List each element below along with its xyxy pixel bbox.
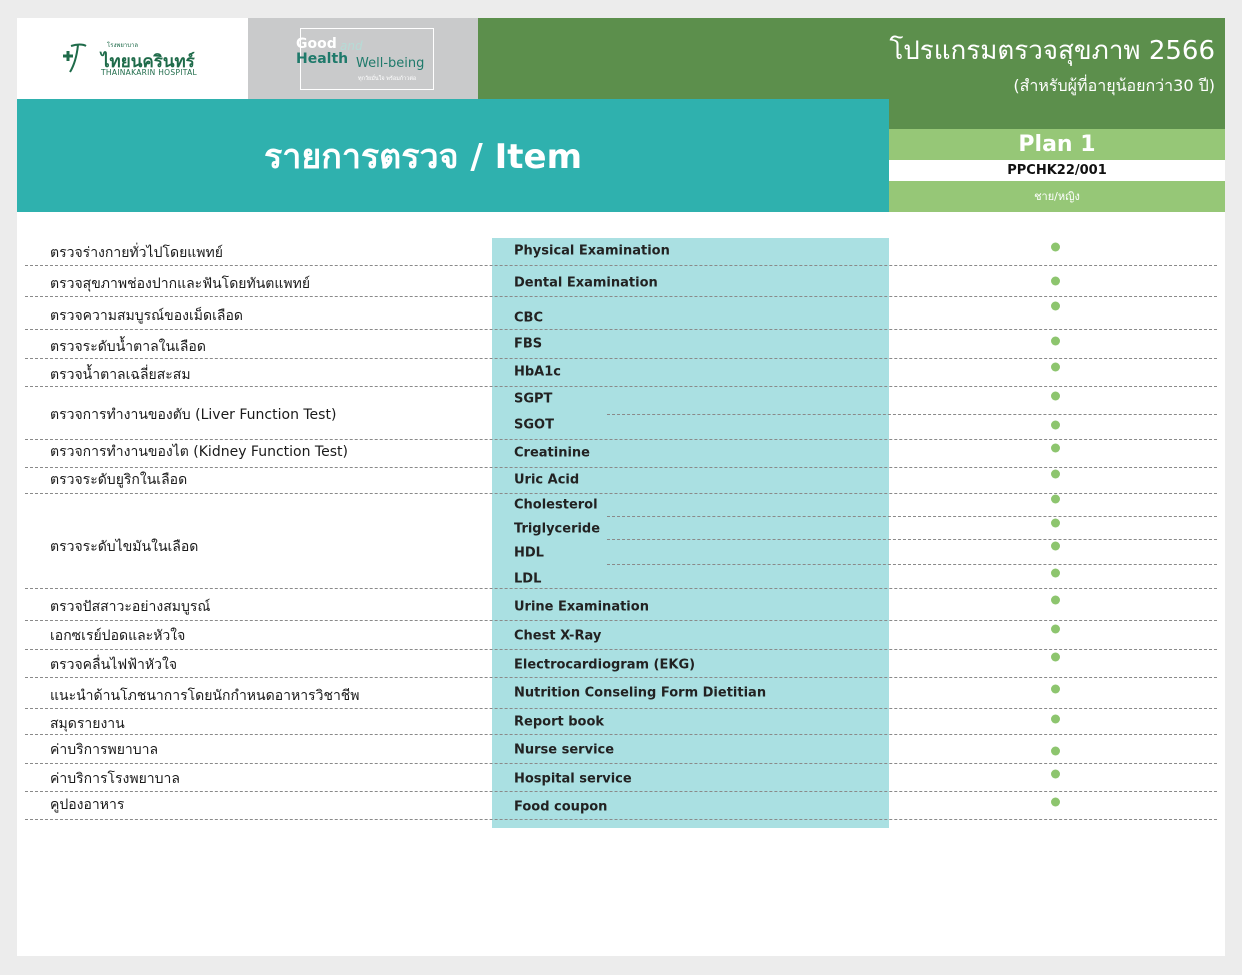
included-dot-icon [1051,362,1060,372]
included-dot-icon [1051,568,1060,578]
test-name-label: Nutrition Conseling Form Dietitian [514,685,767,701]
test-name-label: Cholesterol [514,497,598,513]
row-divider [25,620,1217,621]
included-dot-icon [1051,276,1060,286]
row-divider [25,386,1217,387]
row-divider [607,516,1217,517]
program-subtitle: (สำหรับผู้ที่อายุน้อยกว่า30 ปี) [1013,76,1215,95]
test-name-label: Food coupon [514,799,608,815]
included-dot-icon [1051,242,1060,252]
row-divider [25,467,1217,468]
thai-item-label: ตรวจคลื่นไฟฟ้าหัวใจ [50,657,178,673]
included-dot-icon [1051,443,1060,453]
row-divider [25,763,1217,764]
plan-gender: ชาย/หญิง [889,181,1225,212]
test-name-label: Nurse service [514,742,615,758]
test-name-label: SGOT [514,417,554,433]
thai-item-label: สมุดรายงาน [50,716,125,732]
row-divider [25,819,1217,820]
row-divider [607,414,1217,415]
hospital-cross-icon [63,43,87,73]
thai-item-label: ตรวจสุขภาพช่องปากและฟันโดยทันตแพทย์ [50,276,311,292]
thai-item-label: ตรวจระดับยูริกในเลือด [50,472,188,488]
test-name-label: Report book [514,714,605,730]
row-divider [25,329,1217,330]
thai-item-label: ค่าบริการพยาบาล [50,742,159,758]
campaign-logo: Good and Health Well-being ทุกวัยมั่นใจ … [248,18,478,99]
row-divider [25,734,1217,735]
thai-item-label: ตรวจการทำงานของตับ (Liver Function Test) [50,407,337,423]
included-dot-icon [1051,624,1060,634]
row-divider [25,493,1217,494]
test-name-label: Electrocardiogram (EKG) [514,657,696,673]
test-name-label: HbA1c [514,364,561,380]
thai-item-label: ตรวจระดับไขมันในเลือด [50,539,199,555]
campaign-wellbeing: Well-being [356,56,425,71]
health-package-card: โรงพยาบาล ไทยนครินทร์ THAINAKARIN HOSPIT… [17,18,1225,956]
thai-item-label: แนะนำด้านโภชนาการโดยนักกำหนดอาหารวิชาชีพ [50,688,360,704]
test-name-label: SGPT [514,391,553,407]
thai-item-label: ตรวจร่างกายทั่วไปโดยแพทย์ [50,245,223,261]
thai-item-label: ตรวจปัสสาวะอย่างสมบูรณ์ [50,599,211,615]
included-dot-icon [1051,769,1060,779]
thai-item-label: ตรวจน้ำตาลเฉลี่ยสะสม [50,367,191,383]
test-name-label: Dental Examination [514,275,658,291]
thai-item-label: คูปองอาหาร [50,797,125,813]
included-dot-icon [1051,652,1060,662]
test-name-label: Creatinine [514,445,590,461]
row-divider [25,649,1217,650]
campaign-good: Good [296,36,337,52]
test-name-label: Triglyceride [514,521,601,537]
hospital-logo: โรงพยาบาล ไทยนครินทร์ THAINAKARIN HOSPIT… [17,18,248,99]
row-divider [25,265,1217,266]
row-divider [25,358,1217,359]
included-dot-icon [1051,797,1060,807]
included-dot-icon [1051,420,1060,430]
campaign-health: Health [296,51,349,67]
included-dot-icon [1051,595,1060,605]
program-title: โปรแกรมตรวจสุขภาพ 2566 [889,36,1215,66]
included-dot-icon [1051,518,1060,528]
test-name-label: Physical Examination [514,243,670,259]
item-banner: รายการตรวจ / Item [17,99,889,212]
campaign-tagline: ทุกวัยมั่นใจ พร้อมก้าวต่อ [358,76,417,82]
row-divider [25,588,1217,589]
included-dot-icon [1051,301,1060,311]
test-name-label: FBS [514,336,543,352]
included-dot-icon [1051,391,1060,401]
test-name-label: Uric Acid [514,472,580,488]
test-name-label: Urine Examination [514,599,649,615]
test-name-label: HDL [514,545,544,561]
included-dot-icon [1051,336,1060,346]
row-divider [607,564,1217,565]
included-dot-icon [1051,714,1060,724]
row-divider [607,539,1217,540]
included-dot-icon [1051,494,1060,504]
thai-item-label: เอกซเรย์ปอดและหัวใจ [50,628,186,644]
thai-item-label: ค่าบริการโรงพยาบาล [50,771,180,787]
included-dot-icon [1051,469,1060,479]
thai-item-label: ตรวจการทำงานของไต (Kidney Function Test) [50,444,348,460]
included-dot-icon [1051,541,1060,551]
row-divider [25,677,1217,678]
row-divider [25,708,1217,709]
row-divider [25,439,1217,440]
item-title: รายการตรวจ / Item [263,136,583,177]
test-name-label: LDL [514,571,542,587]
included-dot-icon [1051,746,1060,756]
test-name-label: Chest X-Ray [514,628,602,644]
plan-label: Plan 1 [889,129,1225,160]
plan-code: PPCHK22/001 [889,160,1225,181]
thai-item-label: ตรวจความสมบูรณ์ของเม็ดเลือด [50,308,243,324]
test-name-label: CBC [514,310,543,326]
row-divider [25,296,1217,297]
logo-english-name: THAINAKARIN HOSPITAL [101,68,197,77]
row-divider [25,791,1217,792]
test-name-label: Hospital service [514,771,632,787]
thai-item-label: ตรวจระดับน้ำตาลในเลือด [50,339,206,355]
included-dot-icon [1051,684,1060,694]
